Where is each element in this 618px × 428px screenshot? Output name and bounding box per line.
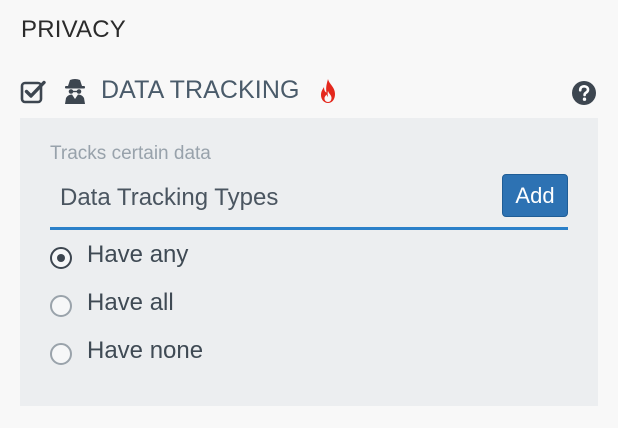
field-description: Tracks certain data — [50, 143, 211, 164]
data-tracking-row: DATA TRACKING — [20, 74, 600, 108]
radio-unselected-icon[interactable] — [50, 295, 72, 317]
feature-label: DATA TRACKING — [101, 76, 300, 104]
data-tracking-panel: Tracks certain data Add Have any Have al… — [20, 118, 598, 406]
radio-selected-icon[interactable] — [50, 247, 72, 269]
data-tracking-types-field: Add — [50, 174, 568, 230]
section-title: PRIVACY — [21, 16, 126, 43]
radio-unselected-icon[interactable] — [50, 343, 72, 365]
add-button[interactable]: Add — [502, 174, 568, 217]
fire-icon — [317, 78, 339, 104]
spy-icon — [64, 78, 86, 104]
data-tracking-types-input[interactable] — [60, 180, 490, 216]
radio-label: Have all — [87, 289, 174, 316]
radio-label: Have any — [87, 241, 189, 268]
question-circle-icon[interactable] — [571, 80, 597, 106]
radio-label: Have none — [87, 337, 204, 364]
checked-checkbox-icon[interactable] — [20, 79, 46, 105]
